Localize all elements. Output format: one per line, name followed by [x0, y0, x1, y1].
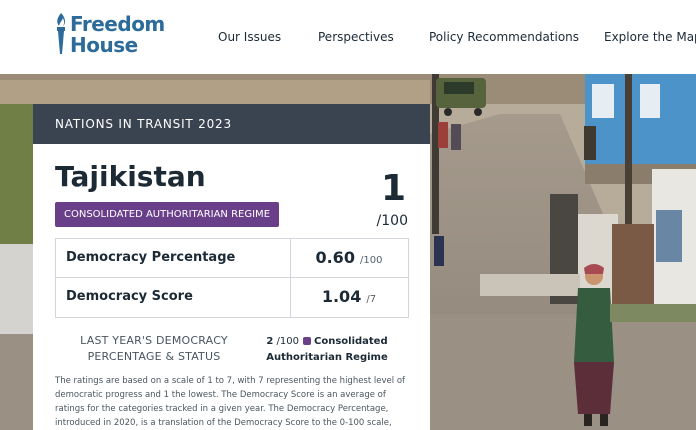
country-score-card: Tajikistan 1 /100 CONSOLIDATED AUTHORITA…: [33, 144, 430, 430]
torch-icon: [57, 13, 66, 54]
nav-perspectives[interactable]: Perspectives: [318, 30, 394, 44]
metric-value-cell: 1.04 /7: [290, 287, 408, 306]
nav-explore-the-map[interactable]: Explore the Map: [604, 30, 696, 44]
site-header: Freedom House Our Issues Perspectives Po…: [0, 0, 696, 74]
total-score-scale: /100: [376, 213, 408, 229]
logo-line-1: Freedom: [70, 12, 165, 36]
metric-label: Democracy Score: [66, 289, 193, 304]
status-color-swatch: [302, 337, 311, 345]
metric-label: Democracy Percentage: [66, 250, 236, 265]
last-year-label: LAST YEAR'S DEMOCRACY PERCENTAGE & STATU…: [80, 334, 228, 363]
last-year-score: 2: [266, 336, 274, 347]
metric-unit: /7: [366, 294, 377, 305]
methodology-note: The ratings are based on a scale of 1 to…: [55, 376, 406, 428]
card-header: NATIONS IN TRANSIT 2023: [33, 104, 430, 144]
table-row: Democracy Percentage 0.60 /100: [56, 239, 408, 278]
metric-value: 0.60: [315, 248, 355, 267]
total-score: 1: [380, 168, 406, 209]
table-row: Democracy Score 1.04 /7: [56, 278, 408, 317]
last-year-scale: /100: [276, 336, 299, 347]
report-title: NATIONS IN TRANSIT 2023: [55, 117, 232, 131]
metric-unit: /100: [360, 255, 383, 266]
country-name: Tajikistan: [55, 160, 206, 193]
metric-value-cell: 0.60 /100: [290, 248, 408, 267]
last-year-value: 2 /100 Consolidated Authoritarian Regime: [247, 334, 407, 366]
nav-policy-recommendations[interactable]: Policy Recommendations: [429, 30, 579, 44]
freedom-house-logo[interactable]: Freedom House: [54, 12, 165, 58]
metrics-table: Democracy Percentage 0.60 /100 Democracy…: [55, 238, 409, 318]
status-badge: CONSOLIDATED AUTHORITARIAN REGIME: [55, 202, 280, 227]
logo-wordmark: Freedom House: [70, 14, 165, 56]
logo-line-2: House: [70, 33, 138, 57]
nav-our-issues[interactable]: Our Issues: [218, 30, 281, 44]
metric-value: 1.04: [321, 287, 362, 306]
